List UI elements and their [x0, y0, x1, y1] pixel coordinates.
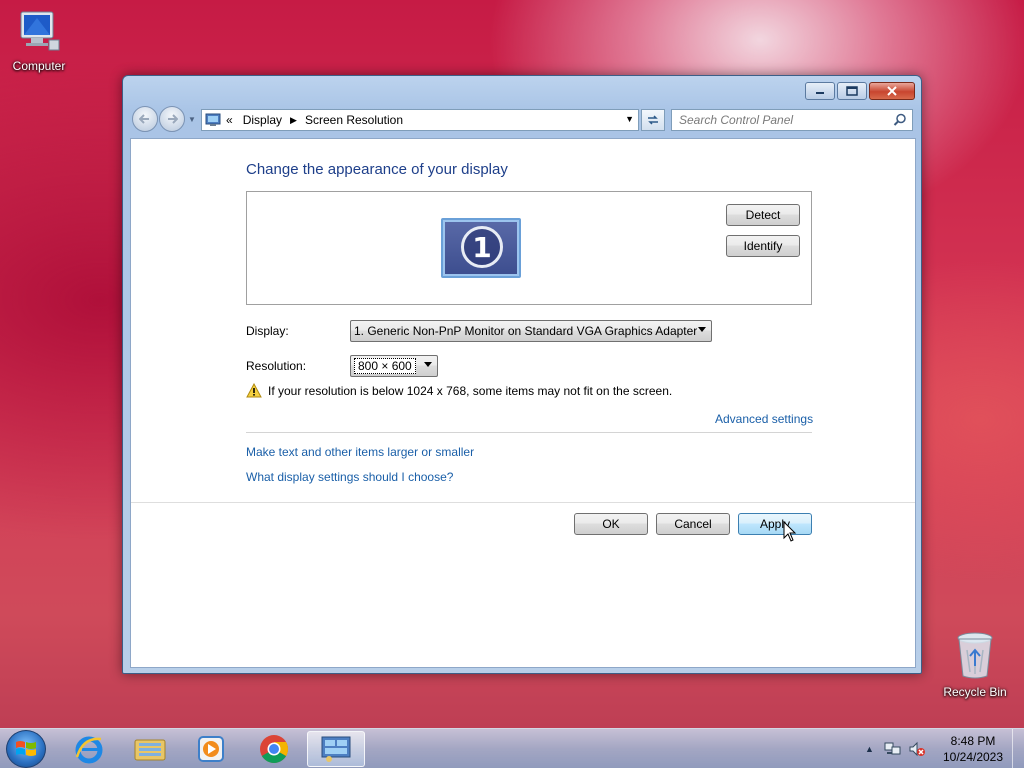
- taskbar: ▲ 8:48 PM 10/24/2023: [0, 728, 1024, 768]
- breadcrumb-item-display[interactable]: Display: [243, 113, 282, 127]
- navigation-buttons: ▼: [132, 106, 196, 132]
- display-label: Display:: [246, 324, 289, 338]
- caption-buttons: [805, 82, 915, 100]
- screen-resolution-window: ▼ « Display ▶ Screen Resolution ▼ Change…: [122, 75, 922, 674]
- text-size-link[interactable]: Make text and other items larger or smal…: [246, 445, 474, 459]
- media-player-icon: [198, 736, 224, 762]
- address-bar[interactable]: « Display ▶ Screen Resolution ▼: [201, 109, 639, 131]
- breadcrumb-separator-icon[interactable]: ▶: [290, 115, 297, 126]
- maximize-button[interactable]: [837, 82, 867, 100]
- taskbar-control-panel[interactable]: [307, 731, 365, 767]
- monitor-number: 1: [461, 226, 503, 268]
- taskbar-windows-explorer[interactable]: [121, 731, 179, 767]
- identify-button[interactable]: Identify: [726, 235, 800, 257]
- computer-icon: [20, 11, 60, 51]
- close-button[interactable]: [869, 82, 915, 100]
- taskbar-media-player[interactable]: [182, 731, 240, 767]
- folder-icon: [134, 739, 166, 761]
- clock-time: 8:48 PM: [950, 734, 996, 748]
- chevron-down-icon: [424, 362, 432, 367]
- warning-text: If your resolution is below 1024 x 768, …: [268, 383, 673, 398]
- footer-divider: [131, 502, 915, 503]
- resolution-label: Resolution:: [246, 359, 307, 373]
- detect-button[interactable]: Detect: [726, 204, 800, 226]
- back-arrow-icon: [139, 114, 149, 124]
- clock-date: 10/24/2023: [942, 750, 1004, 764]
- taskbar-internet-explorer[interactable]: [60, 731, 118, 767]
- desktop-icon-recycle-bin[interactable]: Recycle Bin: [936, 630, 1014, 699]
- refresh-icon: [648, 115, 658, 125]
- minimize-button[interactable]: [805, 82, 835, 100]
- forward-arrow-icon: [168, 114, 178, 124]
- desktop-icon-label: Recycle Bin: [943, 685, 1007, 699]
- refresh-button[interactable]: [641, 109, 665, 131]
- search-box: [671, 109, 913, 131]
- system-tray: ▲: [865, 729, 926, 768]
- windows-logo-icon: [16, 741, 36, 756]
- cancel-button[interactable]: Cancel: [656, 513, 730, 535]
- display-select-value: 1. Generic Non-PnP Monitor on Standard V…: [354, 324, 698, 338]
- internet-explorer-icon: [75, 736, 103, 764]
- taskbar-clock[interactable]: 8:48 PM 10/24/2023: [938, 733, 1008, 765]
- show-hidden-icons-button[interactable]: ▲: [865, 744, 874, 754]
- warning-icon: [246, 383, 262, 398]
- search-icon[interactable]: [893, 113, 907, 127]
- breadcrumb-overflow[interactable]: «: [226, 113, 233, 127]
- advanced-settings-link[interactable]: Advanced settings: [715, 412, 813, 426]
- divider: [246, 432, 812, 433]
- desktop-icon-label: Computer: [12, 59, 66, 73]
- show-desktop-button[interactable]: [1012, 729, 1024, 768]
- page-title: Change the appearance of your display: [246, 161, 508, 178]
- forward-button[interactable]: [159, 106, 185, 132]
- resolution-select-value: 800 × 600: [354, 358, 416, 374]
- content-pane: Change the appearance of your display 1 …: [130, 138, 916, 668]
- ok-button[interactable]: OK: [574, 513, 648, 535]
- minimize-icon: [816, 92, 824, 94]
- apply-button[interactable]: Apply: [738, 513, 812, 535]
- resolution-warning: If your resolution is below 1024 x 768, …: [246, 383, 672, 398]
- monitor-preview-area: 1 Detect Identify: [246, 191, 812, 305]
- recycle-bin-icon: [957, 632, 993, 679]
- volume-muted-icon[interactable]: [908, 741, 926, 757]
- desktop-icon-computer[interactable]: Computer: [0, 8, 78, 73]
- address-dropdown-icon[interactable]: ▼: [625, 114, 634, 124]
- close-icon: [887, 86, 897, 96]
- resolution-select[interactable]: 800 × 600: [350, 355, 438, 377]
- recent-pages-dropdown[interactable]: ▼: [188, 115, 196, 124]
- control-panel-icon: [205, 113, 221, 126]
- chevron-down-icon: [698, 327, 706, 332]
- display-settings-help-link[interactable]: What display settings should I choose?: [246, 470, 453, 484]
- taskbar-chrome[interactable]: [245, 731, 303, 767]
- chrome-icon: [260, 735, 288, 763]
- search-input[interactable]: [679, 113, 879, 127]
- monitor-1-thumbnail[interactable]: 1: [441, 218, 521, 278]
- back-button[interactable]: [132, 106, 158, 132]
- breadcrumb-item-screen-resolution[interactable]: Screen Resolution: [305, 113, 403, 127]
- display-select[interactable]: 1. Generic Non-PnP Monitor on Standard V…: [350, 320, 712, 342]
- start-button[interactable]: [6, 730, 46, 768]
- maximize-icon: [846, 86, 858, 96]
- control-panel-icon: [321, 736, 351, 762]
- network-icon[interactable]: [884, 741, 902, 757]
